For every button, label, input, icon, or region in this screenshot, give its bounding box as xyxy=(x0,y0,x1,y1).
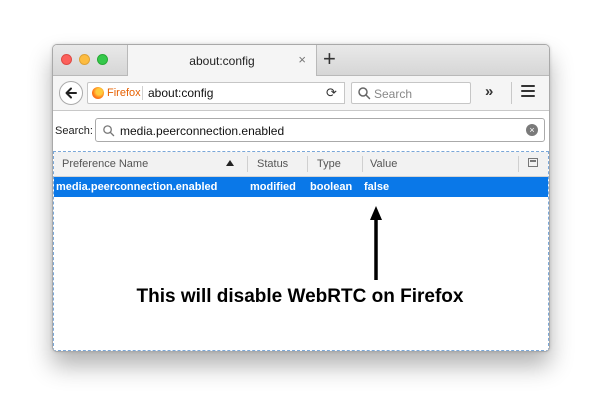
close-window-button[interactable] xyxy=(61,54,72,65)
overflow-menu-button[interactable]: » xyxy=(485,83,493,100)
minimize-window-button[interactable] xyxy=(79,54,90,65)
clear-filter-icon[interactable]: × xyxy=(526,124,538,136)
new-tab-button[interactable]: + xyxy=(323,48,336,70)
filter-value: media.peerconnection.enabled xyxy=(120,124,285,138)
search-bar[interactable]: Search xyxy=(351,82,471,104)
preference-filter-input[interactable]: media.peerconnection.enabled × xyxy=(95,118,545,142)
tab-title: about:config xyxy=(189,54,255,68)
column-divider xyxy=(518,156,519,172)
url-bar[interactable]: Firefox about:config xyxy=(87,82,345,104)
zoom-window-button[interactable] xyxy=(97,54,108,65)
identity-label: Firefox xyxy=(107,87,141,99)
column-status[interactable]: Status xyxy=(257,158,288,170)
pref-value-cell: false xyxy=(364,181,390,193)
toolbar-divider xyxy=(511,82,512,104)
pref-name-cell: media.peerconnection.enabled xyxy=(56,181,218,193)
pref-status-cell: modified xyxy=(250,181,296,193)
sort-ascending-icon xyxy=(226,160,234,166)
back-button[interactable] xyxy=(59,81,83,105)
column-preference-name[interactable]: Preference Name xyxy=(62,158,148,170)
tab-close-icon[interactable]: × xyxy=(298,52,306,67)
back-arrow-icon xyxy=(65,87,77,99)
firefox-logo-icon xyxy=(92,87,104,99)
tab-about-config[interactable]: about:config × xyxy=(127,45,317,76)
filter-search-icon xyxy=(103,125,115,137)
table-row[interactable]: media.peerconnection.enabled modified bo… xyxy=(54,177,548,197)
annotation-arrow-icon xyxy=(370,206,382,280)
preferences-table: Preference Name Status Type Value media.… xyxy=(53,151,549,351)
url-text[interactable]: about:config xyxy=(148,86,213,100)
column-divider xyxy=(247,156,248,172)
url-divider xyxy=(142,86,143,100)
column-type[interactable]: Type xyxy=(317,158,341,170)
annotation-text: This will disable WebRTC on Firefox xyxy=(136,286,464,307)
hamburger-menu-icon[interactable] xyxy=(521,85,535,99)
column-divider xyxy=(307,156,308,172)
about-config-page: Search: media.peerconnection.enabled × P… xyxy=(53,111,549,351)
column-picker-icon[interactable] xyxy=(528,158,538,167)
column-divider xyxy=(362,156,363,172)
search-icon xyxy=(358,87,371,100)
filter-row: Search: media.peerconnection.enabled × xyxy=(53,111,549,151)
reload-button[interactable]: ⟳ xyxy=(319,82,345,104)
search-label: Search: xyxy=(55,125,93,137)
nav-bar: Firefox about:config ⟳ Search » xyxy=(53,76,549,111)
pref-type-cell: boolean xyxy=(310,181,353,193)
search-placeholder: Search xyxy=(374,87,413,101)
table-header: Preference Name Status Type Value xyxy=(54,152,548,177)
title-bar: about:config × + xyxy=(53,45,549,76)
column-value[interactable]: Value xyxy=(370,158,397,170)
